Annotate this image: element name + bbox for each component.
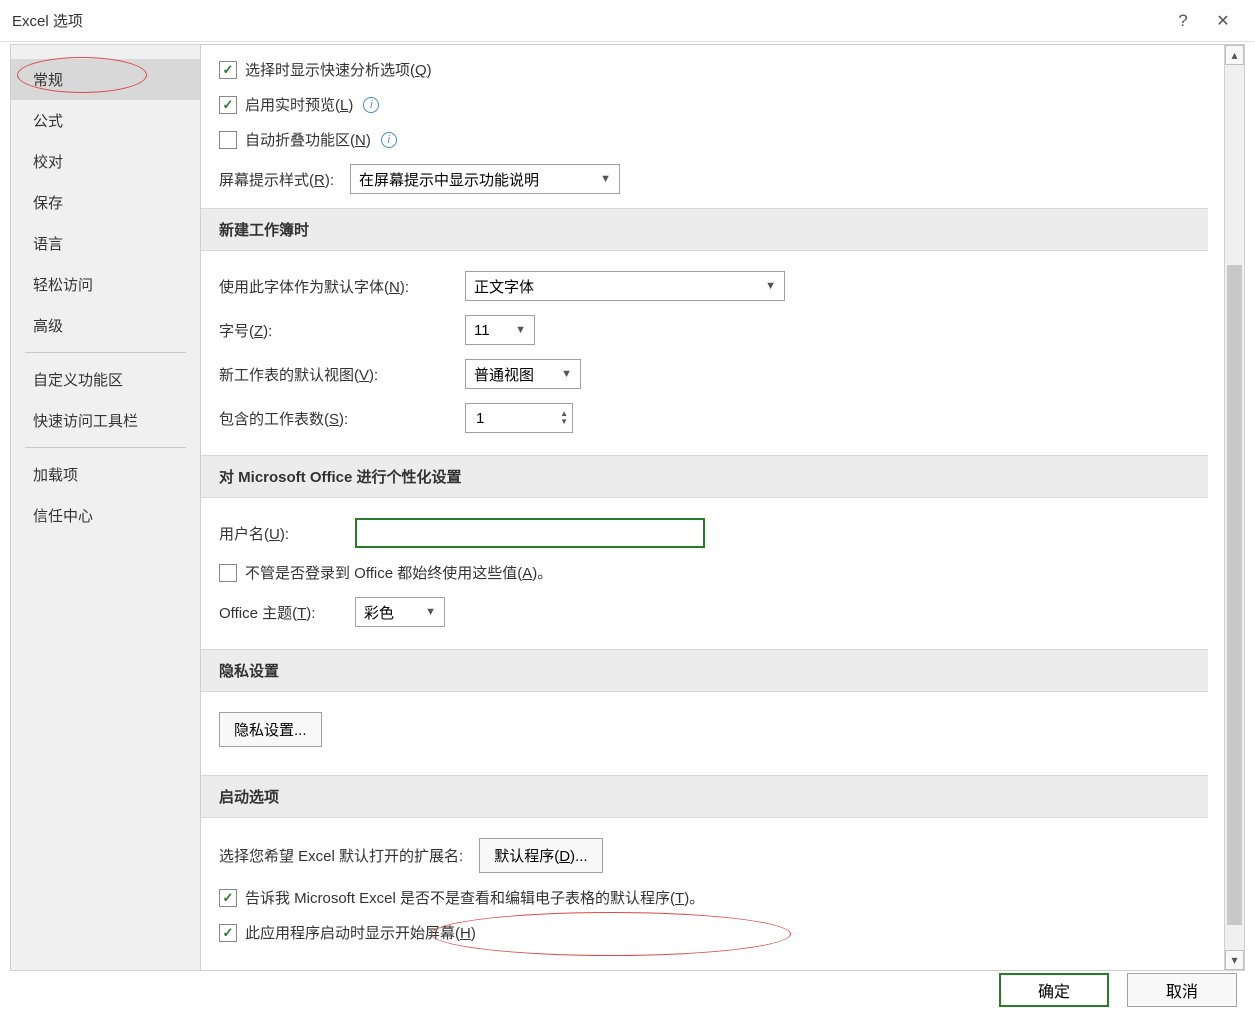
ok-button[interactable]: 确定 [999, 973, 1109, 1007]
label-auto-collapse: 自动折叠功能区(N) [245, 129, 371, 150]
content-panel: 选择时显示快速分析选项(Q) 启用实时预览(L) i 自动折叠功能区(N) i … [201, 45, 1224, 970]
section-startup: 启动选项 [201, 775, 1208, 818]
nav-language[interactable]: 语言 [11, 223, 200, 264]
label-show-start-screen: 此应用程序启动时显示开始屏幕(H) [245, 922, 476, 943]
select-default-font[interactable]: 正文字体▼ [465, 271, 785, 301]
nav-addins[interactable]: 加载项 [11, 454, 200, 495]
sidebar: 常规 公式 校对 保存 语言 轻松访问 高级 自定义功能区 快速访问工具栏 加载… [11, 45, 201, 970]
checkbox-tell-me-default[interactable] [219, 889, 237, 907]
nav-advanced[interactable]: 高级 [11, 305, 200, 346]
label-always-use-values: 不管是否登录到 Office 都始终使用这些值(A)。 [245, 562, 552, 583]
checkbox-quick-analysis[interactable] [219, 61, 237, 79]
default-programs-button[interactable]: 默认程序(D)... [479, 838, 602, 873]
nav-ease-of-access[interactable]: 轻松访问 [11, 264, 200, 305]
chevron-down-icon: ▼ [588, 173, 611, 185]
window-title: Excel 选项 [12, 10, 83, 31]
chevron-down-icon[interactable]: ▼ [560, 418, 568, 426]
label-screentip-style: 屏幕提示样式(R): [219, 169, 334, 190]
label-live-preview: 启用实时预览(L) [245, 94, 353, 115]
checkbox-always-use-values[interactable] [219, 564, 237, 582]
select-default-view[interactable]: 普通视图▼ [465, 359, 581, 389]
scroll-up-icon[interactable]: ▴ [1225, 45, 1244, 65]
scroll-down-icon[interactable]: ▾ [1225, 950, 1244, 970]
label-default-view: 新工作表的默认视图(V): [219, 364, 449, 385]
nav-general[interactable]: 常规 [11, 59, 200, 100]
label-sheet-count: 包含的工作表数(S): [219, 408, 449, 429]
nav-proofing[interactable]: 校对 [11, 141, 200, 182]
chevron-down-icon: ▼ [413, 606, 436, 618]
nav-quick-access-toolbar[interactable]: 快速访问工具栏 [11, 400, 200, 441]
dialog-footer: 确定 取消 [0, 970, 1255, 1010]
input-username[interactable] [355, 518, 705, 548]
info-icon[interactable]: i [363, 97, 379, 113]
nav-formulas[interactable]: 公式 [11, 100, 200, 141]
chevron-down-icon: ▼ [753, 280, 776, 292]
label-default-extensions: 选择您希望 Excel 默认打开的扩展名: [219, 845, 463, 866]
label-office-theme: Office 主题(T): [219, 602, 339, 623]
privacy-settings-button[interactable]: 隐私设置... [219, 712, 322, 747]
checkbox-auto-collapse[interactable] [219, 131, 237, 149]
label-default-font: 使用此字体作为默认字体(N): [219, 276, 449, 297]
select-office-theme[interactable]: 彩色▼ [355, 597, 445, 627]
close-icon[interactable]: ✕ [1203, 11, 1243, 31]
spinner-sheet-count[interactable]: 1▲▼ [465, 403, 573, 433]
label-quick-analysis: 选择时显示快速分析选项(Q) [245, 59, 432, 80]
section-new-workbook: 新建工作簿时 [201, 208, 1208, 251]
cancel-button[interactable]: 取消 [1127, 973, 1237, 1007]
vertical-scrollbar[interactable]: ▴ ▾ [1224, 45, 1244, 970]
section-privacy: 隐私设置 [201, 649, 1208, 692]
nav-customize-ribbon[interactable]: 自定义功能区 [11, 359, 200, 400]
chevron-down-icon: ▼ [549, 368, 572, 380]
checkbox-show-start-screen[interactable] [219, 924, 237, 942]
section-personalize: 对 Microsoft Office 进行个性化设置 [201, 455, 1208, 498]
chevron-down-icon: ▼ [503, 324, 526, 336]
nav-trust-center[interactable]: 信任中心 [11, 495, 200, 536]
select-font-size[interactable]: 11▼ [465, 315, 535, 345]
scrollbar-thumb[interactable] [1227, 265, 1242, 925]
label-username: 用户名(U): [219, 523, 339, 544]
checkbox-live-preview[interactable] [219, 96, 237, 114]
info-icon[interactable]: i [381, 132, 397, 148]
label-font-size: 字号(Z): [219, 320, 449, 341]
help-icon[interactable]: ? [1163, 11, 1203, 31]
nav-save[interactable]: 保存 [11, 182, 200, 223]
titlebar: Excel 选项 ? ✕ [0, 0, 1255, 42]
select-screentip-style[interactable]: 在屏幕提示中显示功能说明▼ [350, 164, 620, 194]
label-tell-me-default: 告诉我 Microsoft Excel 是否不是查看和编辑电子表格的默认程序(T… [245, 887, 704, 908]
